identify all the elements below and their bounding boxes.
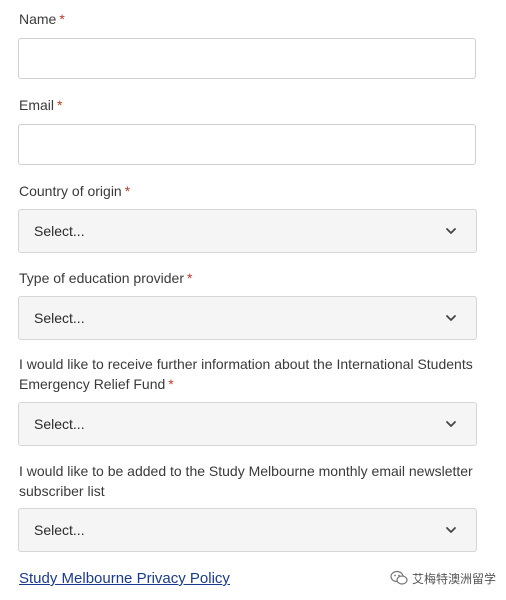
chevron-down-icon <box>446 527 456 533</box>
country-select[interactable]: Select... <box>18 209 477 253</box>
email-label: Email * <box>19 97 63 113</box>
relief-fund-label: I would like to receive further informat… <box>19 356 473 392</box>
newsletter-label: I would like to be added to the Study Me… <box>19 463 473 499</box>
country-select-value: Select... <box>34 223 85 239</box>
country-label: Country of origin * <box>19 183 131 199</box>
required-mark: * <box>59 11 65 27</box>
required-mark: * <box>57 97 63 113</box>
email-field[interactable] <box>18 124 476 165</box>
newsletter-select-value: Select... <box>34 522 85 538</box>
privacy-policy-link[interactable]: Study Melbourne Privacy Policy <box>19 570 230 588</box>
chevron-down-icon <box>446 421 456 427</box>
required-mark: * <box>124 183 131 199</box>
chevron-down-icon <box>446 228 456 234</box>
watermark: 艾梅特澳洲留学 <box>390 568 496 588</box>
watermark-text: 艾梅特澳洲留学 <box>411 571 496 586</box>
relief-fund-select-value: Select... <box>34 416 85 432</box>
provider-label: Type of education provider * <box>19 270 193 286</box>
provider-select-value: Select... <box>34 310 85 326</box>
wechat-icon <box>390 570 408 585</box>
provider-select[interactable]: Select... <box>18 296 477 340</box>
required-mark: * <box>187 270 193 286</box>
relief-fund-select[interactable]: Select... <box>18 402 477 446</box>
chevron-down-icon <box>446 315 456 321</box>
name-label: Name * <box>19 11 65 27</box>
name-field[interactable] <box>18 38 476 79</box>
newsletter-select[interactable]: Select... <box>18 508 477 552</box>
required-mark: * <box>168 376 174 392</box>
signup-form: Name * Email * Country of origin * Select..… <box>0 0 506 600</box>
